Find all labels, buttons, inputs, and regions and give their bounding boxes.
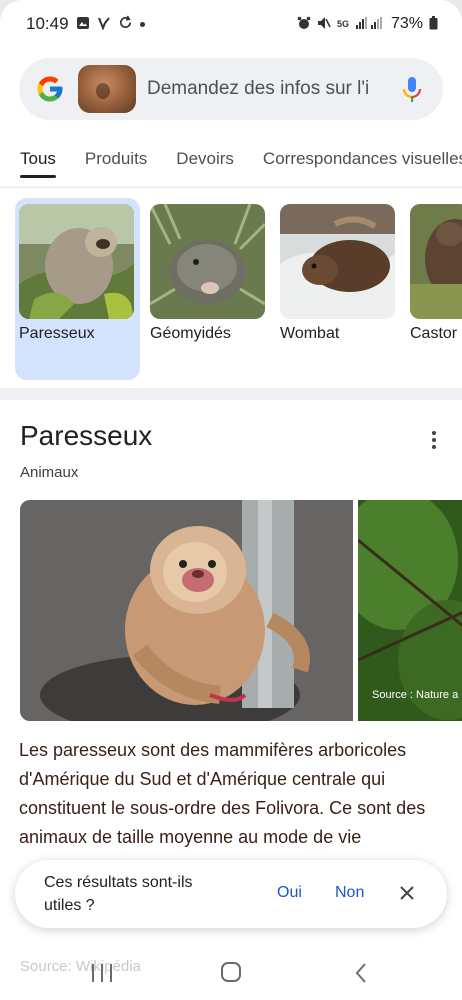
close-icon[interactable] <box>397 883 417 903</box>
related-card-wombat[interactable]: Wombat <box>276 198 401 380</box>
knowledge-panel-title: Paresseux <box>20 420 153 451</box>
tab-tous[interactable]: Tous <box>20 138 56 184</box>
screen: 10:49 5G 73% Demandez des infos sur l'i … <box>0 0 462 1000</box>
related-image-wombat <box>280 204 395 319</box>
status-time: 10:49 <box>26 14 69 33</box>
feedback-yes-button[interactable]: Oui <box>277 884 302 902</box>
gallery-image-main[interactable] <box>20 500 353 721</box>
search-input[interactable]: Demandez des infos sur l'i <box>147 78 387 100</box>
related-card-geomyides[interactable]: Géomyidés <box>146 198 271 380</box>
battery-icon <box>429 15 438 33</box>
related-card-castor[interactable]: Castor <box>406 198 462 380</box>
battery-percent: 73% <box>390 15 423 32</box>
related-image-geomyides <box>150 204 265 319</box>
search-bar[interactable]: Demandez des infos sur l'i <box>19 58 443 120</box>
mute-icon <box>317 16 331 33</box>
tab-produits[interactable]: Produits <box>85 138 147 184</box>
google-g-logo <box>37 76 63 102</box>
feedback-question: Ces résultats sont-ils utiles ? <box>44 874 193 914</box>
section-divider <box>0 388 462 400</box>
more-options-icon[interactable] <box>424 428 444 452</box>
tab-correspondances-visuelles[interactable]: Correspondances visuelles <box>263 138 462 184</box>
image-source-label[interactable]: Source : Nature a <box>372 689 458 701</box>
network-type-icon: 5G <box>336 19 349 29</box>
feedback-no-button[interactable]: Non <box>335 884 364 902</box>
alarm-icon <box>297 16 311 33</box>
related-image-castor <box>410 204 462 319</box>
home-icon[interactable] <box>221 962 241 982</box>
related-label-paresseux: Paresseux <box>19 325 95 342</box>
knowledge-panel-subtitle: Animaux <box>20 464 79 481</box>
related-label-castor: Castor <box>410 325 458 342</box>
knowledge-panel-description: Les paresseux sont des mammifères arbori… <box>19 740 426 847</box>
more-notifications-dot <box>139 21 145 27</box>
related-label-wombat: Wombat <box>280 325 340 342</box>
recent-apps-icon[interactable] <box>92 964 112 982</box>
feedback-toast: Ces résultats sont-ils utiles ? Oui Non <box>15 860 447 928</box>
lens-query-thumbnail[interactable] <box>78 65 136 113</box>
related-label-geomyides: Géomyidés <box>150 325 231 342</box>
sync-icon <box>118 15 133 33</box>
mic-icon[interactable] <box>399 76 425 104</box>
gallery-notification-icon <box>76 16 90 33</box>
signal-icon <box>355 16 385 33</box>
status-left: 10:49 <box>26 14 145 34</box>
tab-devoirs[interactable]: Devoirs <box>176 138 234 184</box>
system-nav-bar <box>0 950 462 1000</box>
status-bar: 10:49 5G 73% <box>0 0 462 48</box>
gallery-image-secondary[interactable]: Source : Nature a <box>358 500 462 721</box>
related-image-paresseux <box>19 204 134 319</box>
knowledge-panel-gallery: Source : Nature a <box>20 500 462 722</box>
related-carousel: Paresseux Géomyidés Wombat Castor <box>0 198 462 382</box>
search-tabs: Tous Produits Devoirs Correspondances vi… <box>0 138 462 188</box>
status-right: 5G 73% <box>297 15 438 33</box>
app-notification-icon <box>97 16 111 33</box>
related-card-paresseux[interactable]: Paresseux <box>15 198 140 380</box>
back-icon[interactable] <box>352 962 370 984</box>
